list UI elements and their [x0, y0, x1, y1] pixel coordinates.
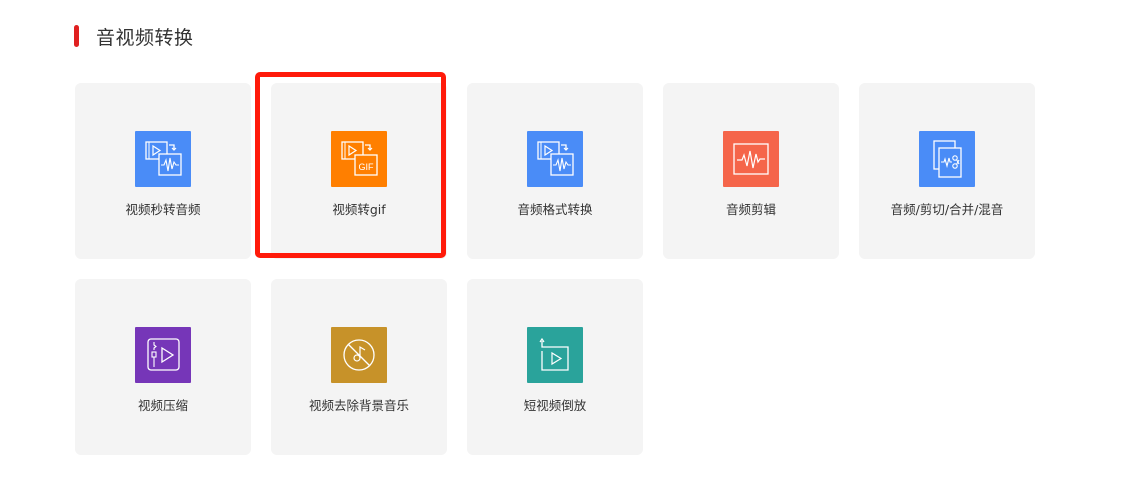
tool-label: 视频秒转音频 — [125, 202, 201, 217]
video-to-gif-icon: GIF — [331, 131, 387, 187]
tool-card-audio-edit[interactable]: 音频剪辑 — [663, 83, 839, 259]
tool-label: 视频转gif — [332, 202, 386, 217]
video-to-audio-icon — [135, 131, 191, 187]
section-accent-bar — [74, 25, 79, 47]
audio-waveform-icon — [723, 131, 779, 187]
audio-format-convert-icon — [527, 131, 583, 187]
audio-cut-merge-icon — [919, 131, 975, 187]
tool-label: 短视频倒放 — [523, 398, 587, 413]
tool-card-video-to-audio[interactable]: 视频秒转音频 — [75, 83, 251, 259]
tool-card-video-compress[interactable]: 视频压缩 — [75, 279, 251, 455]
tool-label: 音频格式转换 — [517, 202, 593, 217]
video-compress-icon — [135, 327, 191, 383]
video-reverse-icon — [527, 327, 583, 383]
tool-card-audio-cut-merge-mix[interactable]: 音频/剪切/合并/混音 — [859, 83, 1035, 259]
tool-label: 音频/剪切/合并/混音 — [890, 202, 1004, 217]
tool-card-short-video-reverse[interactable]: 短视频倒放 — [467, 279, 643, 455]
tool-label: 视频压缩 — [137, 398, 188, 413]
tool-label: 音频剪辑 — [725, 202, 776, 217]
section-header: 音视频转换 — [74, 22, 194, 50]
tool-label: 视频去除背景音乐 — [308, 398, 409, 413]
section-title: 音视频转换 — [96, 26, 194, 49]
svg-text:GIF: GIF — [359, 162, 375, 172]
tool-card-audio-format-convert[interactable]: 音频格式转换 — [467, 83, 643, 259]
tool-card-video-remove-bgm[interactable]: 视频去除背景音乐 — [271, 279, 447, 455]
no-music-icon — [331, 327, 387, 383]
tool-card-video-to-gif[interactable]: GIF 视频转gif — [271, 83, 447, 259]
